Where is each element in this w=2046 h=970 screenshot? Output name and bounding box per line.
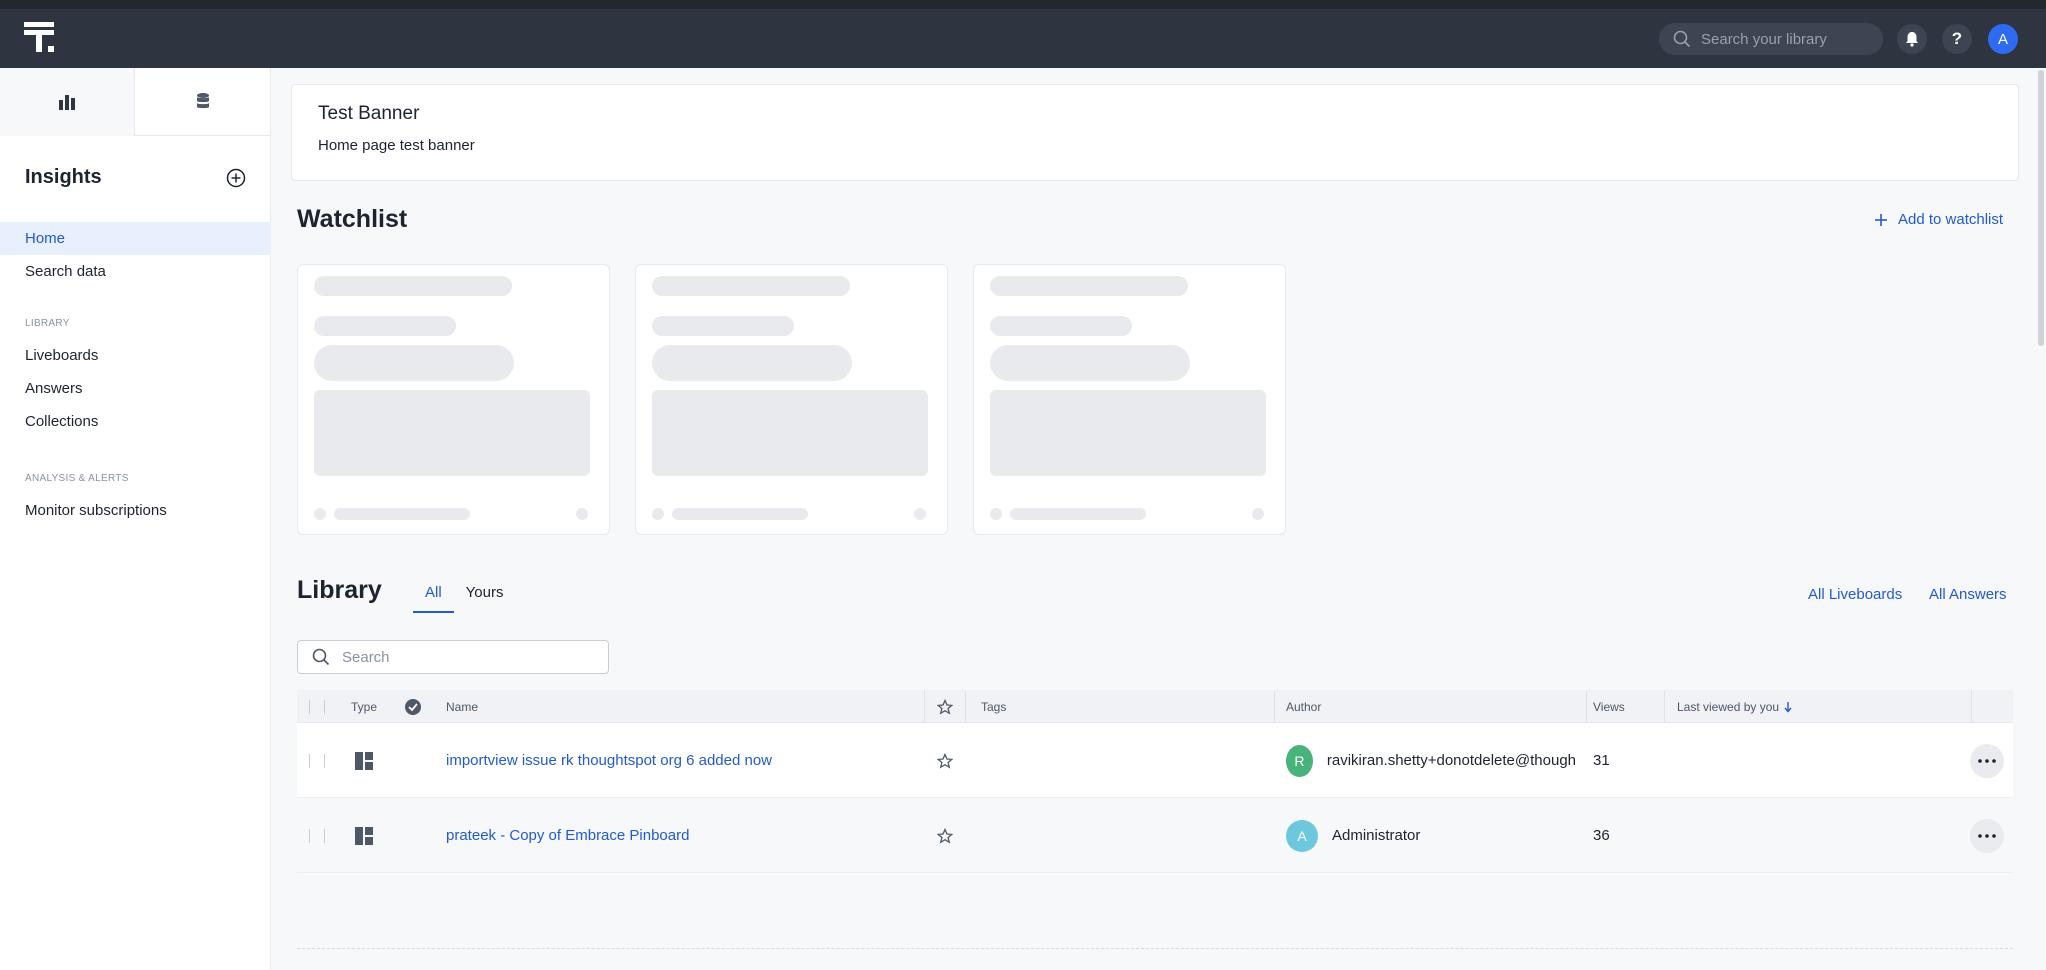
sidebar-item-search-data[interactable]: Search data [0,255,271,288]
sidebar-item-home[interactable]: Home [0,222,271,255]
database-icon [196,93,209,109]
table-header: Type Name Tags Author Views Last viewed … [297,690,2013,723]
row-checkbox[interactable] [309,723,325,798]
row-more-button[interactable] [1970,798,2004,873]
author-avatar: A [1286,819,1318,852]
tab-all[interactable]: All [413,580,454,613]
tab-data[interactable] [135,68,270,136]
sidebar-item-answers[interactable]: Answers [0,372,271,405]
sidebar-item-label: Monitor subscriptions [25,502,167,519]
watchlist-card-loading [297,264,610,535]
author-name: Administrator [1332,827,1421,844]
banner-title: Test Banner [318,103,420,124]
search-icon [312,648,330,666]
column-last-viewed[interactable]: Last viewed by you [1677,690,1793,723]
banner-text: Home page test banner [318,137,475,154]
sidebar-section-analysis: ANALYSIS & ALERTS [25,473,129,484]
sidebar-item-collections[interactable]: Collections [0,405,271,438]
section-divider [297,948,2013,949]
bell-icon [1906,32,1918,47]
watchlist-card-loading [635,264,948,535]
page-scrollbar-thumb[interactable] [2038,70,2044,346]
home-banner: Test Banner Home page test banner [291,84,2019,181]
row-name-link[interactable]: importview issue rk thoughtspot org 6 ad… [446,723,772,798]
library-search-bar[interactable]: Search your library [1659,23,1883,55]
add-to-watchlist-button[interactable]: Add to watchlist [1874,211,2003,228]
column-author[interactable]: Author [1286,690,1321,723]
verified-column[interactable] [404,690,422,723]
plus-icon [1875,213,1887,226]
row-author: A Administrator [1286,798,1576,873]
sidebar-title: Insights [25,166,102,188]
row-name-link[interactable]: prateek - Copy of Embrace Pinboard [446,798,689,873]
sidebar-item-monitor-subscriptions[interactable]: Monitor subscriptions [0,494,271,527]
library-title: Library [297,576,382,604]
more-horizontal-icon [1978,833,1996,838]
sort-down-icon [1784,701,1792,713]
star-icon [937,698,953,715]
liveboard-type-icon [354,723,374,798]
favorite-star-button[interactable] [937,798,953,873]
row-checkbox[interactable] [309,798,325,873]
liveboard-type-icon [354,798,374,873]
library-table: Type Name Tags Author Views Last viewed … [297,690,2013,873]
column-views[interactable]: Views [1593,690,1625,723]
sidebar-item-label: Answers [25,380,83,397]
select-all-checkbox[interactable] [309,690,325,723]
sidebar-item-label: Search data [25,263,106,280]
row-views: 31 [1593,752,1610,769]
sidebar: Insights Home Search data LIBRARY Livebo… [0,68,271,970]
all-answers-link[interactable]: All Answers [1929,586,2007,603]
user-avatar-button[interactable]: A [1988,24,2018,54]
tab-yours[interactable]: Yours [454,580,516,613]
favorite-column[interactable] [937,690,953,723]
add-circle-icon[interactable] [226,168,246,188]
library-tabs: All Yours [413,580,515,613]
row-author: R ravikiran.shetty+donotdelete@though [1286,723,1576,798]
sidebar-section-library: LIBRARY [25,318,70,329]
author-name: ravikiran.shetty+donotdelete@though [1326,752,1576,769]
sidebar-tabs [0,68,270,136]
help-icon: ? [1951,29,1963,48]
sidebar-item-label: Liveboards [25,347,99,364]
star-icon [937,827,953,844]
sidebar-item-label: Collections [25,413,99,430]
help-button[interactable]: ? [1942,24,1972,54]
bar-chart-icon [59,95,75,110]
sidebar-item-label: Home [25,230,66,247]
author-avatar: R [1286,744,1313,777]
add-to-watchlist-label: Add to watchlist [1898,211,2004,228]
column-last-viewed-label: Last viewed by you [1677,699,1780,714]
star-icon [937,752,953,769]
table-row[interactable]: importview issue rk thoughtspot org 6 ad… [297,723,2013,798]
watchlist-card-loading [973,264,1286,535]
library-search-placeholder: Search your library [1701,30,1827,48]
verified-badge-icon [405,698,421,715]
table-row[interactable]: prateek - Copy of Embrace Pinboard A Adm… [297,798,2013,873]
thoughtspot-logo-icon[interactable] [24,22,56,54]
library-search-placeholder: Search [342,648,390,666]
all-liveboards-link[interactable]: All Liveboards [1808,586,1902,603]
column-tags[interactable]: Tags [981,690,1006,723]
more-horizontal-icon [1978,758,1996,763]
notifications-button[interactable] [1897,24,1927,54]
column-name[interactable]: Name [446,690,478,723]
column-type[interactable]: Type [351,690,377,723]
top-nav-bar: Search your library ? A [0,0,2046,68]
search-icon [1673,30,1691,48]
watchlist-title: Watchlist [297,205,408,233]
row-views: 36 [1593,827,1610,844]
library-search-input[interactable]: Search [297,640,609,674]
sidebar-item-liveboards[interactable]: Liveboards [0,339,271,372]
tab-insights[interactable] [0,68,135,136]
user-avatar-initial: A [1997,30,2008,48]
favorite-star-button[interactable] [937,723,953,798]
row-more-button[interactable] [1970,723,2004,798]
